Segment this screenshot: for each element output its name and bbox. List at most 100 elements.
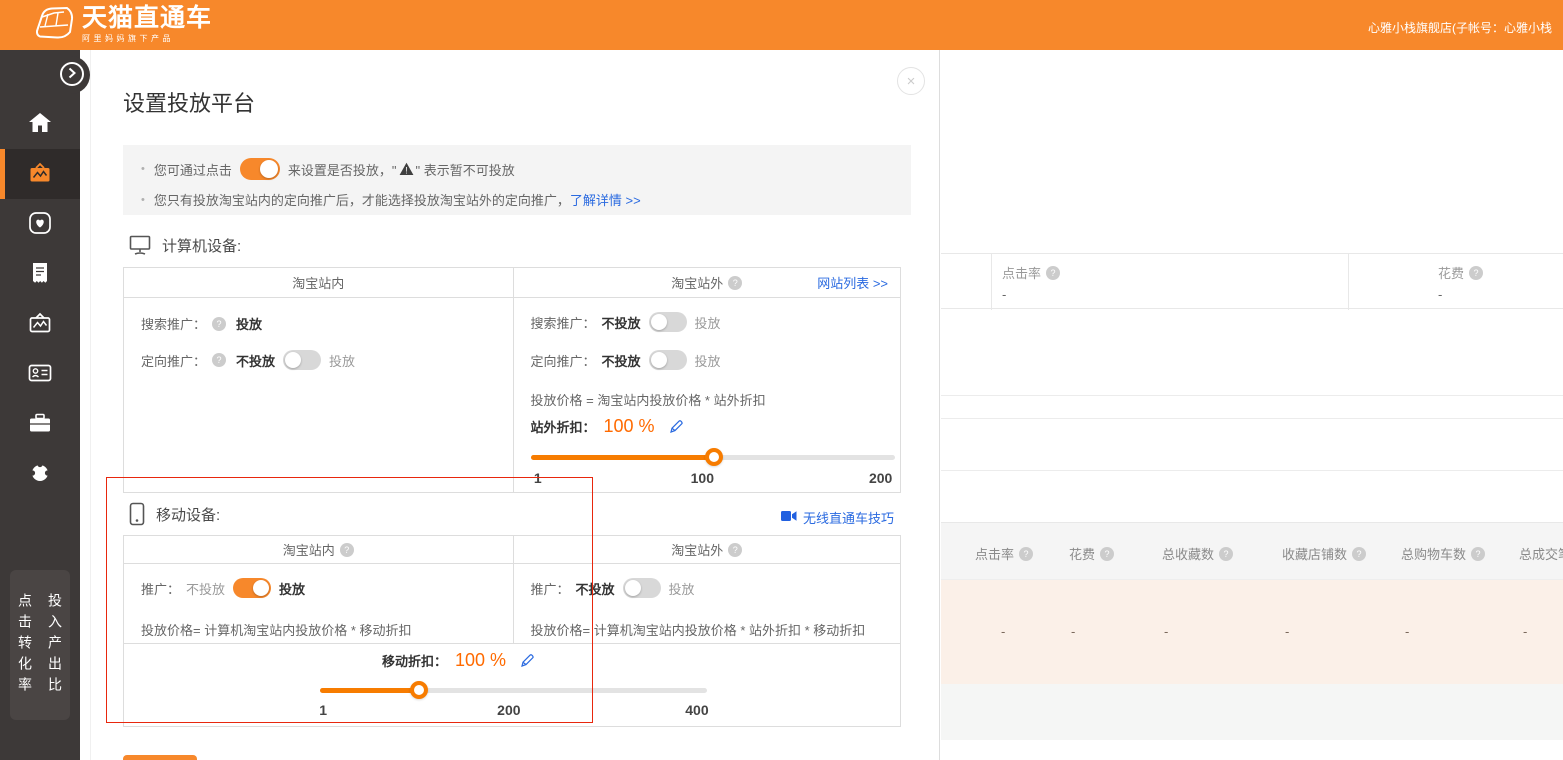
notice-text: 来设置是否投放，": [288, 160, 397, 179]
row-label: 推广：: [531, 579, 570, 598]
top-bar: 天猫直通车 阿里妈妈旗下产品 心雅小栈旗舰店(子帐号：心雅小栈: [0, 0, 1563, 50]
stat-label: 点击率 ?: [1002, 263, 1060, 282]
sidebar-item-account-card[interactable]: [0, 349, 80, 399]
slider-fill: [320, 688, 419, 693]
sidebar-item-campaign-active[interactable]: [0, 149, 80, 199]
learn-more-link[interactable]: 了解详情 >>: [570, 190, 641, 209]
mobile-in-promo-row: 推广： 不投放 投放: [141, 578, 305, 598]
chevron-right-icon: [67, 67, 77, 82]
audience-icon: [27, 460, 53, 489]
computer-out-target-row: 定向推广： 不投放 投放: [531, 350, 721, 370]
scale-min: 1: [534, 470, 542, 486]
help-icon[interactable]: ?: [1019, 547, 1033, 561]
stat-label-text: 花费: [1438, 263, 1464, 282]
column-title: 淘宝站内: [292, 273, 344, 292]
stat-cell: 点击率 ? -: [991, 254, 1348, 310]
column-header[interactable]: 总购物车数?: [1401, 544, 1485, 563]
slider-thumb[interactable]: [705, 448, 723, 466]
sidebar-item-report[interactable]: [0, 249, 80, 299]
help-icon[interactable]: ?: [1100, 547, 1114, 561]
help-icon[interactable]: ?: [340, 543, 354, 557]
divider: [941, 470, 1563, 471]
column-taobao-in: 淘宝站内 ?: [124, 536, 513, 563]
help-icon[interactable]: ?: [1046, 266, 1060, 280]
state-off-label: 不投放: [602, 351, 641, 370]
column-header-text: 总购物车数: [1401, 544, 1466, 563]
toggle-knob: [651, 352, 667, 368]
help-icon[interactable]: ?: [1219, 547, 1233, 561]
column-title: 淘宝站外: [671, 273, 723, 292]
discount-label: 站外折扣：: [531, 417, 596, 436]
offsite-discount-slider[interactable]: [531, 450, 895, 464]
computer-out-cell: 搜索推广： 不投放 投放 定向推广： 不投放 投放 投放价格 = 淘宝站内投放价…: [513, 298, 901, 492]
mobile-out-promo-toggle[interactable]: [623, 578, 661, 598]
scale-min: 1: [319, 702, 327, 718]
stat-label: 花费 ?: [1438, 263, 1483, 282]
column-header[interactable]: 总成交笔: [1519, 544, 1563, 563]
sidebar-item-favorites[interactable]: [0, 199, 80, 249]
column-header[interactable]: 花费?: [1069, 544, 1114, 563]
warning-icon: !: [399, 162, 414, 176]
computer-out-target-toggle[interactable]: [649, 350, 687, 370]
computer-out-search-row: 搜索推广： 不投放 投放: [531, 312, 721, 332]
help-icon[interactable]: ?: [1469, 266, 1483, 280]
help-icon[interactable]: ?: [1352, 547, 1366, 561]
picture-icon: [27, 311, 53, 338]
train-icon: [34, 5, 74, 44]
slider-scale: 1 200 400: [320, 702, 707, 718]
edit-pencil-icon[interactable]: [520, 653, 535, 668]
site-list-link[interactable]: 网站列表 >>: [817, 273, 888, 292]
cell-value: -: [1071, 624, 1075, 639]
metric-click-conversion: 点击转化率: [15, 593, 35, 698]
mobile-in-promo-toggle[interactable]: [233, 578, 271, 598]
column-header[interactable]: 收藏店铺数?: [1282, 544, 1366, 563]
scale-max: 400: [685, 702, 708, 718]
column-title: 淘宝站外: [671, 540, 723, 559]
sidebar-expand-button[interactable]: [60, 62, 84, 86]
computer-section-title: 计算机设备:: [162, 235, 241, 256]
app-logo[interactable]: 天猫直通车 阿里妈妈旗下产品: [34, 5, 212, 44]
mobile-table-row1: 推广： 不投放 投放 投放价格= 计算机淘宝站内投放价格 * 移动折扣 推广： …: [124, 564, 900, 644]
stat-value: -: [1438, 287, 1442, 302]
top-stats-row: 点击率 ? - 花费 ? -: [941, 253, 1563, 309]
row-label: 搜索推广：: [141, 314, 206, 333]
account-name[interactable]: 心雅小栈旗舰店(子帐号：心雅小栈: [1368, 19, 1552, 36]
wireless-tips-link[interactable]: 无线直通车技巧: [781, 508, 894, 527]
cell-value: -: [1001, 624, 1005, 639]
offsite-discount-row: 站外折扣： 100 %: [531, 416, 684, 437]
sidebar-item-creative[interactable]: [0, 299, 80, 349]
discount-label: 移动折扣：: [382, 651, 447, 670]
help-icon[interactable]: ?: [1471, 547, 1485, 561]
notice-line-1: • 您可通过点击 来设置是否投放，" ! " 表示暂不可投放: [141, 158, 515, 180]
column-header[interactable]: 总收藏数?: [1162, 544, 1233, 563]
state-off-label: 不投放: [576, 579, 615, 598]
highlighted-data-row[interactable]: - - - - - -: [941, 580, 1563, 684]
save-button[interactable]: [123, 755, 197, 760]
divider: [941, 418, 1563, 419]
column-header-text: 花费: [1069, 544, 1095, 563]
state-on-label: 投放: [669, 579, 695, 598]
scale-mid: 100: [691, 470, 714, 486]
sidebar-item-home[interactable]: [0, 99, 80, 149]
column-header[interactable]: 点击率?: [975, 544, 1033, 563]
help-icon[interactable]: ?: [212, 353, 226, 367]
scale-max: 200: [869, 470, 892, 486]
slider-thumb[interactable]: [410, 681, 428, 699]
computer-out-search-toggle[interactable]: [649, 312, 687, 332]
background-report-panel: 点击率 ? - 花费 ? - 点击率? 花费? 总收藏数? 收藏店铺数? 总购物…: [941, 50, 1563, 760]
scale-mid: 200: [497, 702, 520, 718]
close-icon[interactable]: ×: [897, 67, 925, 95]
state-off-label: 不投放: [236, 351, 275, 370]
sidebar-item-tools[interactable]: [0, 399, 80, 449]
computer-in-target-toggle[interactable]: [283, 350, 321, 370]
stats-table-header: 点击率? 花费? 总收藏数? 收藏店铺数? 总购物车数? 总成交笔: [941, 522, 1563, 580]
column-taobao-out: 淘宝站外 ?: [513, 536, 901, 563]
mobile-discount-slider[interactable]: [320, 683, 707, 697]
sidebar-metric-panel[interactable]: 点击转化率 投入产出比: [10, 570, 70, 720]
help-icon[interactable]: ?: [728, 276, 742, 290]
sidebar-item-audience[interactable]: [0, 449, 80, 499]
help-icon[interactable]: ?: [728, 543, 742, 557]
mobile-section-header: 移动设备:: [129, 502, 220, 526]
edit-pencil-icon[interactable]: [669, 419, 684, 434]
help-icon[interactable]: ?: [212, 317, 226, 331]
